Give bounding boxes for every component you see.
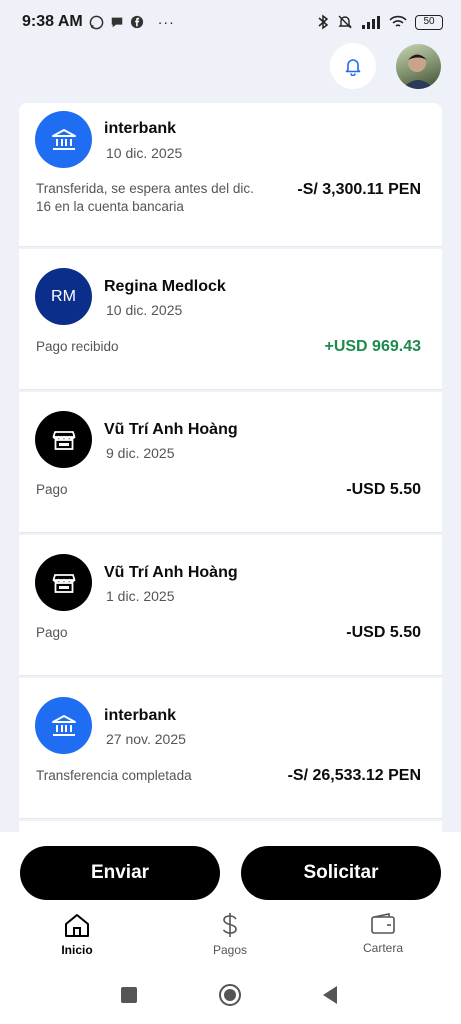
transaction-amount: -USD 5.50: [346, 481, 421, 498]
back-icon[interactable]: [321, 985, 339, 1005]
transaction-amount: +USD 969.43: [324, 338, 421, 355]
transaction-description: Pago: [36, 625, 68, 640]
bank-icon: [35, 111, 92, 168]
transaction-date: 10 dic. 2025: [106, 302, 183, 318]
wallet-icon: [371, 913, 395, 934]
transaction-name: Vũ Trí Anh Hoàng: [104, 421, 238, 438]
whatsapp-icon: [89, 15, 104, 29]
status-left: 9:38 AM ···: [22, 13, 175, 31]
facebook-icon: [130, 15, 143, 29]
transaction-name: Vũ Trí Anh Hoàng: [104, 564, 238, 581]
transaction-item[interactable]: Vũ Trí Anh Hoàng 9 dic. 2025 Pago -USD 5…: [19, 392, 442, 533]
status-bar: 9:38 AM ··· 50: [0, 0, 461, 44]
mute-bell-icon: [338, 15, 352, 29]
bell-icon: [345, 58, 361, 76]
transaction-amount: -S/ 26,533.12 PEN: [287, 767, 421, 784]
transaction-item[interactable]: RM Regina Medlock 10 dic. 2025 Pago reci…: [19, 249, 442, 390]
store-icon: [35, 554, 92, 611]
profile-avatar[interactable]: [396, 44, 441, 89]
dollar-icon: [222, 913, 237, 937]
request-button[interactable]: Solicitar: [241, 846, 441, 900]
transaction-name: interbank: [104, 120, 177, 137]
transaction-description: Pago: [36, 482, 68, 497]
transaction-item[interactable]: interbank 27 nov. 2025 Transferencia com…: [19, 678, 442, 819]
nav-item-pagos[interactable]: Pagos: [190, 912, 270, 957]
transaction-description: Pago recibido: [36, 339, 119, 354]
transaction-description: Transferencia completada: [36, 768, 192, 783]
transactions-list: interbank 10 dic. 2025 Transferida, se e…: [19, 103, 442, 833]
bluetooth-icon: [318, 14, 329, 30]
nav-item-cartera[interactable]: Cartera: [343, 912, 423, 955]
transaction-date: 27 nov. 2025: [106, 731, 186, 747]
transaction-description: Transferida, se espera antes del dic. 16…: [36, 181, 254, 214]
transaction-name: interbank: [104, 707, 177, 724]
overflow-dots-icon: ···: [157, 14, 175, 30]
nav-label: Pagos: [212, 943, 248, 957]
recents-icon[interactable]: [120, 986, 138, 1004]
wifi-icon: [389, 15, 407, 27]
transaction-amount: -USD 5.50: [346, 624, 421, 641]
bank-icon: [35, 697, 92, 754]
transaction-name: Regina Medlock: [104, 278, 226, 295]
system-navigation-bar: [0, 980, 461, 1010]
nav-item-inicio[interactable]: Inicio: [37, 912, 117, 957]
battery-icon: 50: [415, 14, 443, 30]
chat-icon: [111, 17, 123, 28]
transaction-amount: -S/ 3,300.11 PEN: [297, 181, 421, 198]
transaction-date: 9 dic. 2025: [106, 445, 175, 461]
transaction-date: 1 dic. 2025: [106, 588, 175, 604]
avatar-photo: [402, 54, 434, 89]
transaction-item[interactable]: interbank 10 dic. 2025 Transferida, se e…: [19, 103, 442, 247]
nav-label: Inicio: [61, 943, 93, 957]
nav-label: Cartera: [362, 941, 403, 955]
signal-icon: [362, 16, 380, 29]
notifications-button[interactable]: [330, 43, 376, 89]
send-button[interactable]: Enviar: [20, 846, 220, 900]
transaction-item[interactable]: Vũ Trí Anh Hoàng 1 dic. 2025 Pago -USD 5…: [19, 535, 442, 676]
status-right: 50: [317, 14, 443, 30]
transaction-date: 10 dic. 2025: [106, 145, 183, 161]
home-icon: [65, 914, 89, 937]
contact-initials-avatar: RM: [35, 268, 92, 325]
store-icon: [35, 411, 92, 468]
status-time: 9:38 AM: [22, 13, 83, 30]
home-circle-icon[interactable]: [218, 983, 242, 1007]
